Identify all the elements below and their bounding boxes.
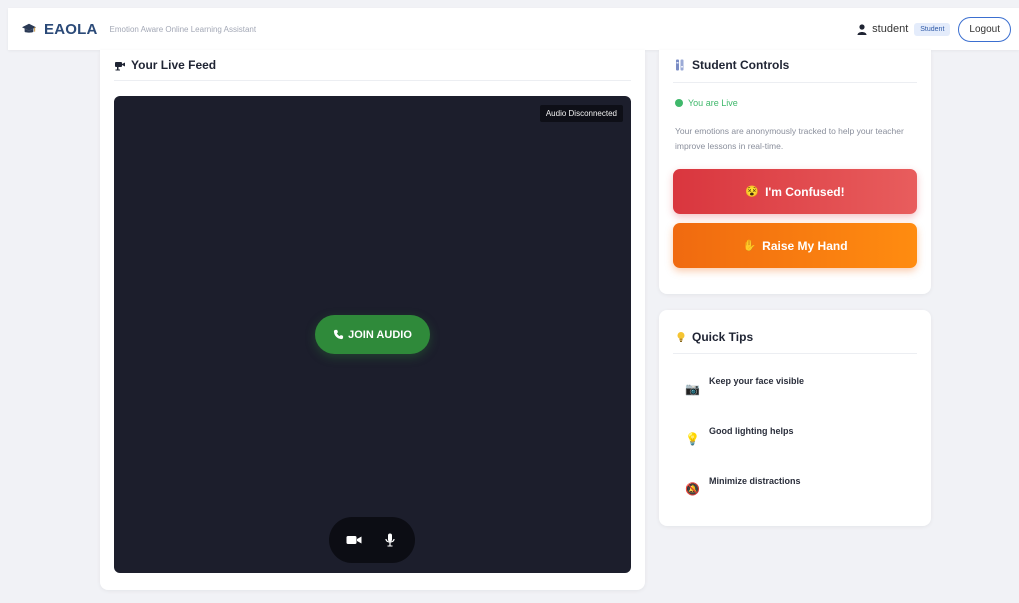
live-feed-card: Your Live Feed Audio Disconnected JOIN A…	[100, 50, 645, 590]
quick-tips-card: Quick Tips 📷 Keep your face visible 💡 Go…	[659, 310, 931, 526]
graduation-cap-icon	[22, 23, 36, 33]
tip-text: Good lighting helps	[709, 426, 794, 436]
phone-icon	[334, 329, 344, 340]
audio-status-badge: Audio Disconnected	[539, 105, 623, 122]
quick-tips-header: Quick Tips	[675, 330, 753, 344]
video-feed: Audio Disconnected JOIN AUDIO	[114, 96, 631, 573]
student-controls-title: Student Controls	[692, 58, 790, 72]
brand[interactable]: EAOLA Emotion Aware Online Learning Assi…	[22, 21, 256, 38]
im-confused-button[interactable]: 😵 I'm Confused!	[673, 169, 917, 214]
lightbulb-tip-icon: 💡	[685, 432, 700, 446]
tip-item: 📷 Keep your face visible	[685, 376, 804, 396]
media-controls	[329, 517, 415, 563]
tip-text: Keep your face visible	[709, 376, 805, 386]
live-status: You are Live	[675, 98, 738, 108]
brand-name: EAOLA	[44, 20, 98, 38]
live-feed-title: Your Live Feed	[131, 58, 217, 72]
camera-icon	[115, 62, 125, 71]
raised-hand-icon: ✋	[742, 240, 757, 252]
top-navbar: EAOLA Emotion Aware Online Learning Assi…	[8, 8, 1019, 50]
tip-item: 💡 Good lighting helps	[685, 426, 794, 446]
student-controls-header: Student Controls	[675, 58, 789, 72]
microphone-icon[interactable]	[382, 533, 398, 547]
live-dot-icon	[675, 99, 683, 107]
lightbulb-icon	[677, 332, 685, 342]
divider	[673, 353, 917, 354]
camera-tip-icon: 📷	[685, 382, 700, 396]
live-status-text: You are Live	[688, 98, 738, 108]
brand-subtitle: Emotion Aware Online Learning Assistant	[109, 24, 257, 34]
join-audio-button[interactable]: JOIN AUDIO	[315, 315, 430, 354]
tip-item: 🔕 Minimize distractions	[685, 476, 801, 496]
tracking-note: Your emotions are anonymously tracked to…	[675, 126, 904, 151]
controls-icon	[676, 59, 684, 71]
tip-text: Minimize distractions	[709, 476, 801, 486]
divider	[673, 82, 917, 83]
user-name: student	[872, 23, 909, 35]
confused-face-icon: 😵	[745, 186, 760, 198]
join-audio-label: JOIN AUDIO	[348, 328, 412, 341]
role-badge: Student	[914, 22, 951, 36]
user-area: student Student Logout	[857, 16, 1011, 42]
student-controls-card: Student Controls You are Live Your emoti…	[659, 50, 931, 294]
im-confused-label: I'm Confused!	[765, 184, 845, 199]
raise-hand-button[interactable]: ✋ Raise My Hand	[673, 223, 917, 268]
raise-hand-label: Raise My Hand	[762, 238, 848, 253]
live-feed-header: Your Live Feed	[114, 58, 216, 72]
divider	[114, 80, 631, 81]
logout-button[interactable]: Logout	[958, 16, 1011, 42]
no-distraction-tip-icon: 🔕	[685, 482, 700, 496]
video-camera-icon[interactable]	[346, 533, 362, 547]
user-icon	[857, 23, 867, 35]
quick-tips-title: Quick Tips	[692, 330, 754, 344]
